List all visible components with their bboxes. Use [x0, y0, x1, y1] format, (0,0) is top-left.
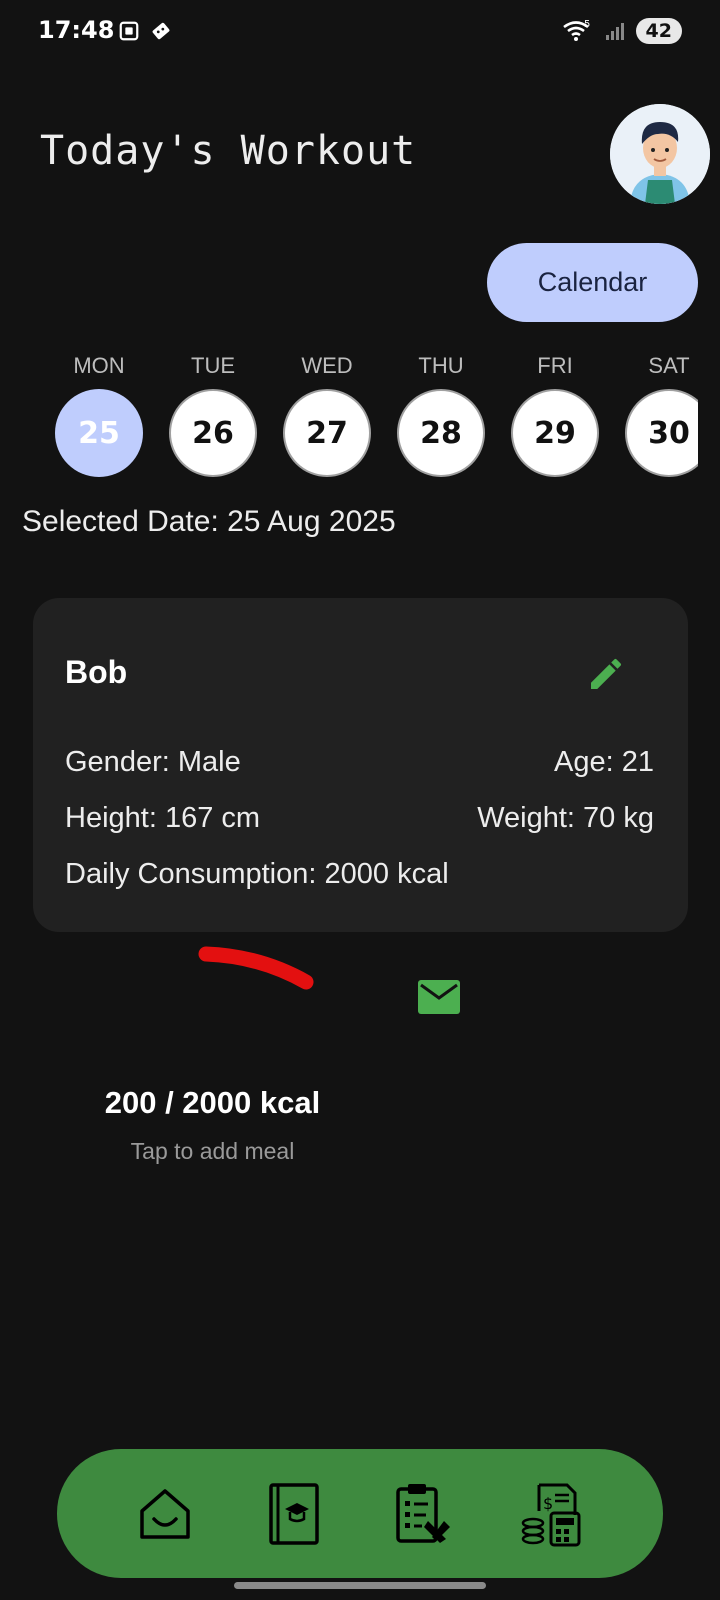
add-meal-hint: Tap to add meal [130, 1138, 295, 1164]
day-label: FRI [537, 353, 573, 378]
day-button[interactable]: 28 [397, 389, 485, 477]
signal-icon [605, 23, 624, 40]
gender-text: Gender: Male [65, 746, 241, 778]
day-button[interactable]: 26 [169, 389, 257, 477]
wifi-icon: 5 [562, 19, 590, 41]
day-label: MON [73, 353, 125, 378]
day-fri[interactable]: FRI 29 [509, 350, 601, 477]
profile-name: Bob [65, 654, 128, 690]
day-strip: MON 25 TUE 26 WED 27 THU 28 FRI 29 SAT 3… [0, 350, 698, 490]
nav-finance-button[interactable]: $ [517, 1479, 587, 1549]
mail-icon[interactable] [418, 980, 460, 1014]
calendar-button[interactable]: Calendar [487, 243, 698, 322]
day-button[interactable]: 30 [625, 389, 698, 477]
nav-workout-plan-button[interactable] [388, 1479, 458, 1549]
status-time: 17:48 [38, 16, 115, 44]
daily-consumption-text: Daily Consumption: 2000 kcal [65, 858, 449, 890]
day-button-selected[interactable]: 25 [55, 389, 143, 477]
bottom-navigation: $ [57, 1449, 663, 1578]
day-button[interactable]: 27 [283, 389, 371, 477]
pencil-icon[interactable] [586, 654, 626, 694]
selected-date-text: Selected Date: 25 Aug 2025 [22, 505, 396, 538]
finance-calculator-icon: $ [521, 1483, 581, 1547]
gesture-bar[interactable] [234, 1582, 486, 1589]
day-thu[interactable]: THU 28 [395, 350, 487, 477]
day-sat[interactable]: SAT 30 [623, 350, 698, 477]
status-right: 5 42 [562, 18, 682, 44]
age-text: Age: 21 [554, 746, 654, 778]
screenshot-icon [119, 21, 139, 41]
home-icon [140, 1489, 190, 1539]
day-wed[interactable]: WED 27 [281, 350, 373, 477]
svg-text:$: $ [543, 1494, 553, 1513]
day-label: THU [418, 353, 464, 378]
day-label: SAT [648, 353, 690, 378]
status-left-icons [118, 20, 172, 42]
book-icon [269, 1483, 319, 1545]
weight-text: Weight: 70 kg [477, 802, 654, 834]
day-mon[interactable]: MON 25 [53, 350, 145, 477]
dice-icon [152, 22, 170, 40]
wifi-badge: 5 [584, 19, 590, 30]
day-button[interactable]: 29 [511, 389, 599, 477]
clipboard-icon [396, 1484, 450, 1543]
nav-home-button[interactable] [130, 1479, 200, 1549]
calorie-count-text[interactable]: 200 / 2000 kcal [0, 1085, 425, 1121]
avatar-illustration [610, 104, 710, 204]
page-title: Today's Workout [40, 128, 417, 174]
height-text: Height: 167 cm [65, 802, 261, 834]
day-label: TUE [191, 353, 235, 378]
day-label: WED [301, 353, 353, 378]
battery-icon: 42 [635, 18, 682, 44]
calorie-progress-arc[interactable] [190, 940, 330, 1010]
nav-learn-button[interactable] [259, 1479, 329, 1549]
profile-card: Bob Gender: Male Age: 21 Height: 167 cm … [33, 598, 688, 932]
day-tue[interactable]: TUE 26 [167, 350, 259, 477]
avatar[interactable] [610, 104, 710, 204]
